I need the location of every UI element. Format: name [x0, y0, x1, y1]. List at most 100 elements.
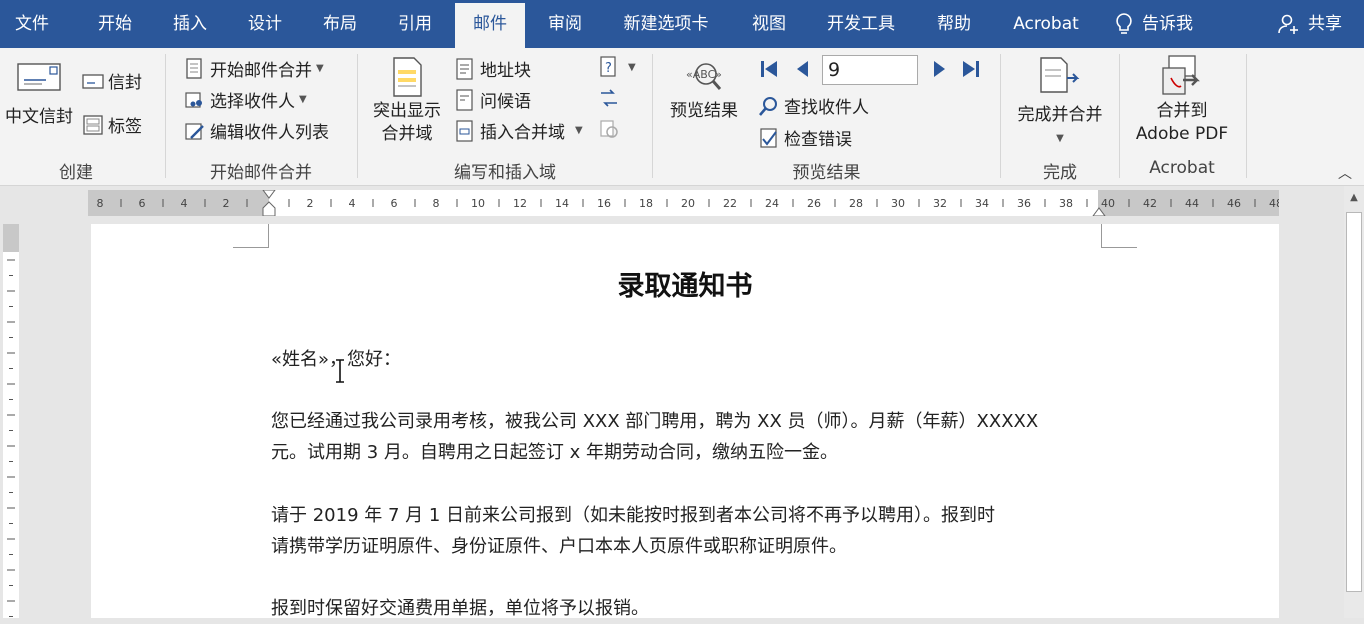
- record-number-input[interactable]: 9: [822, 55, 918, 85]
- group-label-create: 创建: [59, 163, 93, 183]
- document-body[interactable]: «姓名»，您好：: [271, 344, 1111, 375]
- merge-field-name[interactable]: «姓名»: [271, 349, 329, 370]
- ruler-tick-label: 26: [807, 197, 821, 210]
- group-label-finish: 完成: [1043, 163, 1077, 183]
- tell-me-label: 告诉我: [1142, 14, 1193, 34]
- ruler-ticks: 8 6 4 2 2 4 6 8 10 12 14 16 18 20 22 24 26 28 30 32 34 36 38 40…: [97, 190, 1279, 216]
- match-fields-button[interactable]: [598, 87, 624, 109]
- last-record-icon[interactable]: [960, 58, 982, 80]
- chevron-down-icon: ▼: [316, 63, 324, 74]
- address-block-label: 地址块: [480, 61, 531, 81]
- vertical-scrollbar[interactable]: ▲: [1344, 186, 1364, 618]
- update-labels-icon: [600, 120, 618, 138]
- tab-file[interactable]: 文件: [0, 0, 64, 48]
- lightbulb-icon: [1116, 13, 1132, 34]
- labels-button[interactable]: 标签: [82, 112, 142, 137]
- find-recipient-button[interactable]: 查找收件人: [758, 93, 869, 118]
- tab-layout[interactable]: 布局: [305, 0, 375, 48]
- rules-button[interactable]: ? ▼: [598, 56, 636, 78]
- merge-to-adobe-pdf-button[interactable]: 合并到 Adobe PDF: [1128, 54, 1236, 146]
- tab-design[interactable]: 设计: [230, 0, 300, 48]
- greeting-line-button[interactable]: 问候语: [454, 87, 531, 112]
- group-separator: [1246, 54, 1247, 178]
- tab-developer[interactable]: 开发工具: [812, 0, 910, 48]
- crop-mark: [233, 224, 269, 248]
- document-page[interactable]: 录取通知书 «姓名»，您好： 您已经通过我公司录用考核，被我公司 XXX 部门聘…: [91, 224, 1279, 619]
- svg-text:?: ?: [605, 61, 612, 76]
- ruler-tick-label: 12: [513, 197, 527, 210]
- update-labels-button[interactable]: [598, 118, 624, 140]
- tab-review[interactable]: 审阅: [530, 0, 600, 48]
- next-record-icon[interactable]: [928, 58, 950, 80]
- ribbon-tab-bar: 文件 开始 插入 设计 布局 引用 邮件 审阅 新建选项卡 视图 开发工具 帮助…: [0, 0, 1364, 48]
- tab-insert[interactable]: 插入: [155, 0, 225, 48]
- match-fields-icon: [601, 89, 617, 107]
- group-label-start-merge: 开始邮件合并: [210, 163, 312, 183]
- person-add-icon: [1278, 14, 1298, 34]
- previous-record-icon[interactable]: [792, 58, 814, 80]
- start-mail-merge-button[interactable]: 开始邮件合并 ▼: [184, 56, 324, 81]
- labels-icon: [83, 114, 103, 135]
- ruler-tick-label: 8: [97, 197, 104, 210]
- first-record-icon[interactable]: [758, 58, 780, 80]
- envelope-label: 信封: [108, 73, 142, 93]
- ruler-tick-label: 20: [681, 197, 695, 210]
- envelope-button[interactable]: 信封: [82, 68, 142, 93]
- para2-line2: 请携带学历证明原件、身份证原件、户口本本人页原件或职称证明原件。: [271, 536, 847, 557]
- select-recipients-button[interactable]: 选择收件人 ▼: [184, 87, 307, 112]
- chevron-down-icon: ▼: [1056, 133, 1064, 144]
- ruler-tick-label: 14: [555, 197, 569, 210]
- address-block-icon: [456, 57, 473, 80]
- greeting-paragraph: «姓名»，您好：: [271, 344, 1111, 375]
- highlight-merge-fields-label-1: 突出显示: [373, 101, 441, 121]
- address-block-button[interactable]: 地址块: [454, 56, 531, 81]
- ruler-tick-label: 6: [391, 197, 398, 210]
- check-errors-label: 检查错误: [784, 130, 852, 150]
- ruler-tick-label: 18: [639, 197, 653, 210]
- find-recipient-label: 查找收件人: [784, 98, 869, 118]
- para1-line1: 您已经通过我公司录用考核，被我公司 XXX 部门聘用，聘为 XX 员（师）。月薪…: [271, 411, 1039, 432]
- scroll-thumb[interactable]: [1346, 212, 1362, 592]
- check-errors-button[interactable]: 检查错误: [758, 125, 852, 150]
- vertical-ruler[interactable]: [0, 220, 22, 618]
- horizontal-ruler[interactable]: 8 6 4 2 2 4 6 8 10 12 14 16 18 20 22 24 26 28 30 32 34 36 38 40…: [88, 190, 1279, 216]
- finish-merge-icon: [1040, 57, 1080, 93]
- share-button[interactable]: 共享: [1278, 0, 1342, 48]
- para1-line2: 元。试用期 3 月。自聘用之日起签订 x 年期劳动合同，缴纳五险一金。: [271, 442, 838, 463]
- mail-merge-doc-icon: [186, 57, 202, 79]
- highlight-merge-fields-button[interactable]: 突出显示 合并域: [366, 56, 448, 146]
- greeting-line-label: 问候语: [480, 92, 531, 112]
- document-title: 录取通知书: [617, 271, 753, 302]
- insert-merge-field-button[interactable]: 插入合并域 ▼: [454, 118, 583, 143]
- tab-acrobat[interactable]: Acrobat: [1000, 0, 1092, 48]
- chinese-envelope-label: 中文信封: [5, 107, 73, 127]
- vertical-ruler-ticks: [3, 224, 19, 618]
- tab-view[interactable]: 视图: [735, 0, 803, 48]
- ruler-tick-label: 30: [891, 197, 905, 210]
- finish-and-merge-button[interactable]: 完成并合并 ▼: [1012, 56, 1108, 150]
- scroll-up-icon[interactable]: ▲: [1344, 186, 1364, 210]
- tab-mailings[interactable]: 邮件: [455, 3, 525, 48]
- ruler-tick-label: 16: [597, 197, 611, 210]
- highlight-fields-icon: [393, 57, 422, 97]
- group-label-write-insert: 编写和插入域: [454, 163, 556, 183]
- preview-results-button[interactable]: «ABC» 预览结果: [664, 58, 744, 123]
- tab-references[interactable]: 引用: [380, 0, 450, 48]
- chevron-down-icon: ▼: [299, 94, 307, 105]
- highlight-merge-fields-label-2: 合并域: [381, 124, 433, 144]
- tell-me-box[interactable]: 告诉我: [1114, 0, 1193, 48]
- group-label-preview: 预览结果: [792, 163, 861, 183]
- chinese-envelope-button[interactable]: 中文信封: [2, 62, 76, 129]
- collapse-ribbon-icon[interactable]: ︿: [1338, 163, 1352, 183]
- document-body-para3[interactable]: 报到时保留好交通费用单据，单位将予以报销。: [271, 593, 1111, 624]
- edit-recipient-list-button[interactable]: 编辑收件人列表: [184, 118, 329, 143]
- document-body-para2[interactable]: 请于 2019 年 7 月 1 日前来公司报到（如未能按时报到者本公司将不再予以…: [271, 500, 1111, 562]
- ruler-tick-label: 36: [1017, 197, 1031, 210]
- para2-line1: 请于 2019 年 7 月 1 日前来公司报到（如未能按时报到者本公司将不再予以…: [271, 505, 996, 526]
- merge-to-adobe-pdf-label-2: Adobe PDF: [1135, 124, 1229, 144]
- tab-home[interactable]: 开始: [80, 0, 150, 48]
- tab-new-tab[interactable]: 新建选项卡: [605, 0, 727, 48]
- tab-help[interactable]: 帮助: [920, 0, 988, 48]
- ruler-tick-label: 34: [975, 197, 989, 210]
- document-body-para1[interactable]: 您已经通过我公司录用考核，被我公司 XXX 部门聘用，聘为 XX 员（师）。月薪…: [271, 406, 1111, 468]
